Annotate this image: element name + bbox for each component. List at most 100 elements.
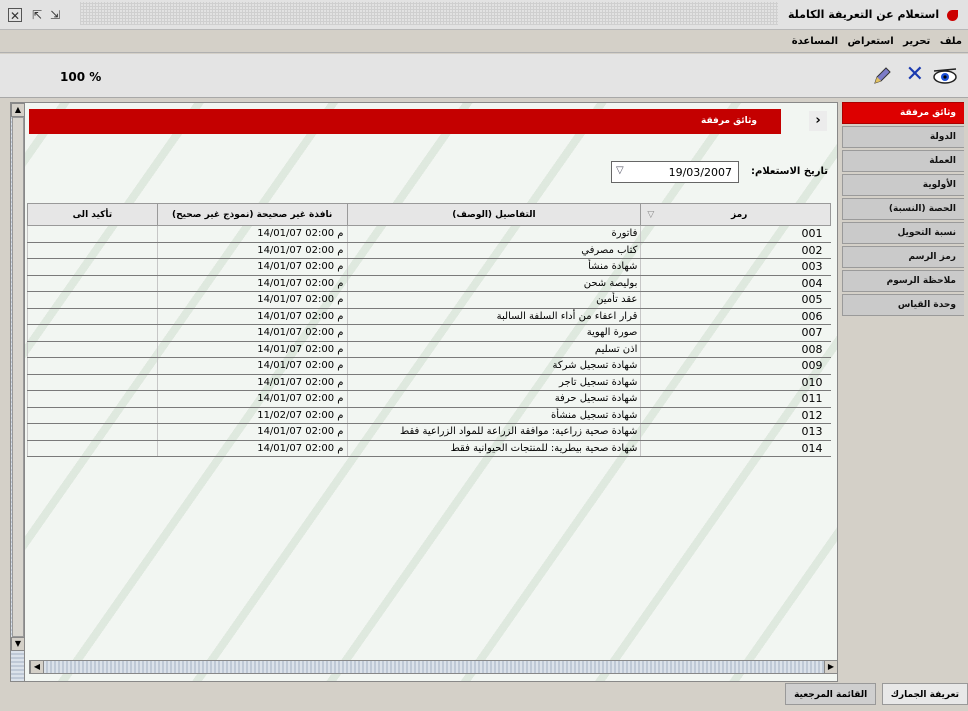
cell-desc: شهادة تسجيل تاجر — [346, 374, 641, 391]
cell-confirm — [27, 390, 158, 408]
scroll-right-icon[interactable]: ▶ — [824, 660, 837, 674]
menu-file[interactable]: ملف — [940, 36, 962, 47]
view-eye-icon[interactable] — [932, 66, 958, 86]
cell-window: 14/01/07 02:00 م — [156, 275, 347, 292]
table-row[interactable]: 14/01/07 02:00 م قرار اعفاء من أداء السلف… — [27, 308, 831, 325]
cell-desc: كتاب مصرفي — [346, 242, 641, 259]
cell-code: 004 — [640, 275, 831, 292]
cell-confirm — [27, 357, 158, 375]
table-body: 14/01/07 02:00 م فاتورة 001 14/01/07 02:00 … — [27, 225, 831, 457]
table-row[interactable]: 14/01/07 02:00 م صورة الهوية 007 — [27, 324, 831, 342]
bottom-tabs: تعريفة الجمارك القائمة المرجعية — [783, 683, 968, 709]
cell-confirm — [27, 225, 158, 243]
sidebar-item-conversion-rate[interactable]: نسبة التحويل — [842, 222, 964, 244]
table-row[interactable]: 14/01/07 02:00 م اذن تسليم 008 — [27, 341, 831, 358]
scroll-down-icon[interactable]: ▼ — [11, 637, 25, 651]
cell-desc: قرار اعفاء من أداء السلفة السالبة — [346, 308, 641, 325]
zoom-level: 100 % — [60, 70, 102, 84]
toolbar: 100 % ✕ — [0, 54, 968, 98]
table-row[interactable]: 14/01/07 02:00 م شهادة صحية بيطرية: للمنت… — [27, 440, 831, 457]
cell-desc: شهادة تسجيل منشأة — [346, 407, 641, 424]
date-label: تاريخ الاستعلام: — [751, 166, 829, 177]
scroll-left-icon[interactable]: ◀ — [30, 660, 44, 674]
dropdown-arrow-icon[interactable]: ▽ — [616, 165, 624, 176]
sidebar-item-quota[interactable]: الحصة (النسبة) — [842, 198, 964, 220]
cell-desc: اذن تسليم — [346, 341, 641, 358]
sidebar-item-unit[interactable]: وحدة القياس — [842, 294, 964, 316]
cell-window: 14/01/07 02:00 م — [156, 258, 347, 276]
table-row[interactable]: 14/01/07 02:00 م بوليصة شحن 004 — [27, 275, 831, 292]
cell-desc: شهادة صحية زراعية: موافقة الزراعة للمواد… — [346, 423, 641, 441]
cell-confirm — [27, 308, 158, 325]
table-row[interactable]: 14/01/07 02:00 م شهادة منشأ 003 — [27, 258, 831, 276]
menu-view[interactable]: استعراض — [848, 36, 894, 47]
cell-confirm — [27, 423, 158, 441]
cell-confirm — [27, 258, 158, 276]
window-title: استعلام عن التعريفة الكاملة — [788, 8, 958, 21]
cell-confirm — [27, 275, 158, 292]
sidebar-item-fee-code[interactable]: رمز الرسم — [842, 246, 964, 268]
minimize-icon[interactable]: ⇲ — [48, 8, 62, 22]
cell-confirm — [27, 407, 158, 424]
window-title-text: استعلام عن التعريفة الكاملة — [787, 8, 940, 21]
sidebar-item-currency[interactable]: العملة — [842, 150, 964, 172]
vertical-scrollbar[interactable]: ▲ ▼ — [11, 103, 25, 681]
cell-desc: عقد تأمين — [346, 291, 641, 309]
cell-desc: شهادة تسجيل حرفة — [346, 390, 641, 408]
menu-edit[interactable]: تحرير — [903, 36, 930, 47]
scroll-up-icon[interactable]: ▲ — [11, 103, 25, 117]
cell-window: 14/01/07 02:00 م — [156, 390, 347, 408]
sidebar-item-attached-docs[interactable]: وثائق مرفقة — [842, 102, 964, 124]
edit-icon[interactable] — [872, 66, 892, 86]
panel-header-bar — [29, 109, 781, 134]
cell-desc: شهادة منشأ — [346, 258, 641, 276]
table-row[interactable]: 14/01/07 02:00 م شهادة تسجيل حرفة 011 — [27, 390, 831, 408]
sidebar-item-fee-note[interactable]: ملاحظة الرسوم — [842, 270, 964, 292]
table-row[interactable]: 14/01/07 02:00 م كتاب مصرفي 002 — [27, 242, 831, 259]
date-value: 19/03/2007 — [668, 166, 732, 179]
col-header-window[interactable]: نافذة غير صحيحة (نموذج غير صحيح) — [156, 203, 348, 226]
table-row[interactable]: 14/01/07 02:00 م عقد تأمين 005 — [27, 291, 831, 309]
tab-reference-list[interactable]: القائمة المرجعية — [785, 683, 877, 705]
table-row[interactable]: 14/01/07 02:00 م شهادة تسجيل تاجر 010 — [27, 374, 831, 391]
maximize-icon[interactable]: ⇱ — [30, 8, 44, 22]
cell-confirm — [27, 291, 158, 309]
cell-confirm — [27, 324, 158, 342]
cell-window: 14/01/07 02:00 م — [156, 291, 347, 309]
cell-window: 14/01/07 02:00 م — [156, 341, 347, 358]
cell-window: 11/02/07 02:00 م — [156, 407, 347, 424]
table-row[interactable]: 11/02/07 02:00 م شهادة تسجيل منشأة 012 — [27, 407, 831, 424]
sort-icon[interactable]: ▽ — [647, 210, 654, 220]
panel-title: وثائق مرفقة — [701, 116, 757, 126]
close-window-icon[interactable]: ✕ — [8, 8, 22, 23]
sidebar-item-country[interactable]: الدولة — [842, 126, 964, 148]
cell-window: 14/01/07 02:00 م — [156, 374, 347, 391]
cell-confirm — [27, 242, 158, 259]
table-row[interactable]: 14/01/07 02:00 م فاتورة 001 — [27, 225, 831, 243]
table-row[interactable]: 14/01/07 02:00 م شهادة صحية زراعية: موافق… — [27, 423, 831, 441]
collapse-chevron-icon[interactable]: › — [809, 111, 827, 131]
col-header-code[interactable]: ▽ رمز — [640, 203, 831, 226]
sidebar-item-priority[interactable]: الأولوية — [842, 174, 964, 196]
table-row[interactable]: 14/01/07 02:00 م شهادة تسجيل شركة 009 — [27, 357, 831, 375]
col-header-confirm[interactable]: تأكيد الى — [27, 203, 158, 226]
menu-help[interactable]: المساعدة — [792, 36, 838, 47]
cell-code: 005 — [640, 291, 831, 309]
scroll-thumb[interactable] — [12, 117, 24, 637]
tab-customs-tariff[interactable]: تعريفة الجمارك — [881, 683, 968, 705]
cell-window: 14/01/07 02:00 م — [156, 324, 347, 342]
date-select[interactable]: ▽ 19/03/2007 — [611, 161, 739, 183]
cell-window: 14/01/07 02:00 م — [156, 308, 347, 325]
cell-window: 14/01/07 02:00 م — [156, 440, 347, 457]
cell-desc: بوليصة شحن — [346, 275, 641, 292]
horizontal-scrollbar[interactable]: ◀ ▶ — [29, 660, 837, 674]
cell-code: 002 — [640, 242, 831, 259]
app-logo-icon — [947, 9, 958, 21]
col-header-desc[interactable]: التفاصيل (الوصف) — [346, 203, 642, 226]
menu-bar: ملف تحرير استعراض المساعدة — [0, 31, 968, 53]
cell-confirm — [27, 341, 158, 358]
cell-desc: صورة الهوية — [346, 324, 641, 342]
cancel-icon[interactable]: ✕ — [906, 62, 924, 88]
attached-docs-table: تأكيد الى نافذة غير صحيحة (نموذج غير صحي… — [27, 203, 831, 457]
cell-code: 012 — [640, 407, 831, 424]
